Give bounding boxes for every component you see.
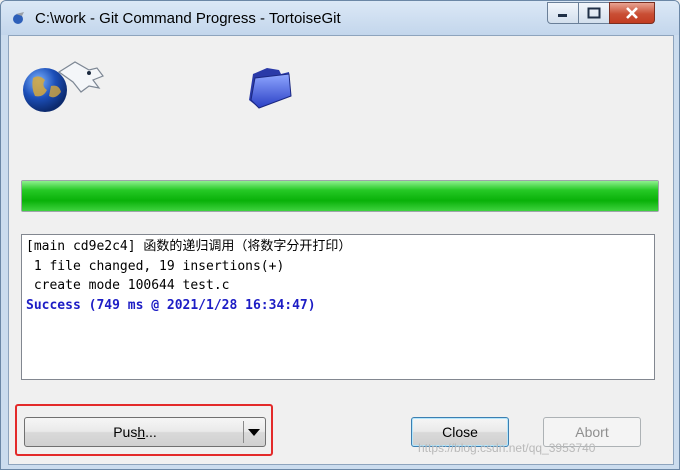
watermark: https://blog.csdn.net/qq_3953740 [418,441,596,455]
title-bar[interactable]: C:\work - Git Command Progress - Tortois… [1,1,679,35]
minimize-button[interactable] [547,2,579,24]
output-log[interactable]: [main cd9e2c4] 函数的递归调用（将数字分开打印） 1 file c… [21,234,655,380]
log-line: create mode 100644 test.c [26,278,230,293]
progress-window: C:\work - Git Command Progress - Tortois… [0,0,680,470]
tortoisegit-globe-icon [23,61,104,112]
maximize-icon [587,7,601,19]
maximize-button[interactable] [578,2,610,24]
highlight-annotation [15,404,273,456]
window-title: C:\work - Git Command Progress - Tortois… [35,10,341,27]
window-close-button[interactable] [609,2,655,24]
minimize-icon [558,14,567,17]
dialog-body: [main cd9e2c4] 函数的递归调用（将数字分开打印） 1 file c… [8,35,674,465]
log-line: 1 file changed, 19 insertions(+) [26,258,285,274]
success-line: Success (749 ms @ 2021/1/28 16:34:47) [26,297,316,313]
folder-icon [249,68,292,109]
log-line: [main cd9e2c4] 函数的递归调用（将数字分开打印） [26,239,352,254]
progress-bar [21,180,659,212]
progress-bar-fill [22,181,658,211]
tortoisegit-app-icon [13,12,24,24]
close-icon [626,7,638,19]
